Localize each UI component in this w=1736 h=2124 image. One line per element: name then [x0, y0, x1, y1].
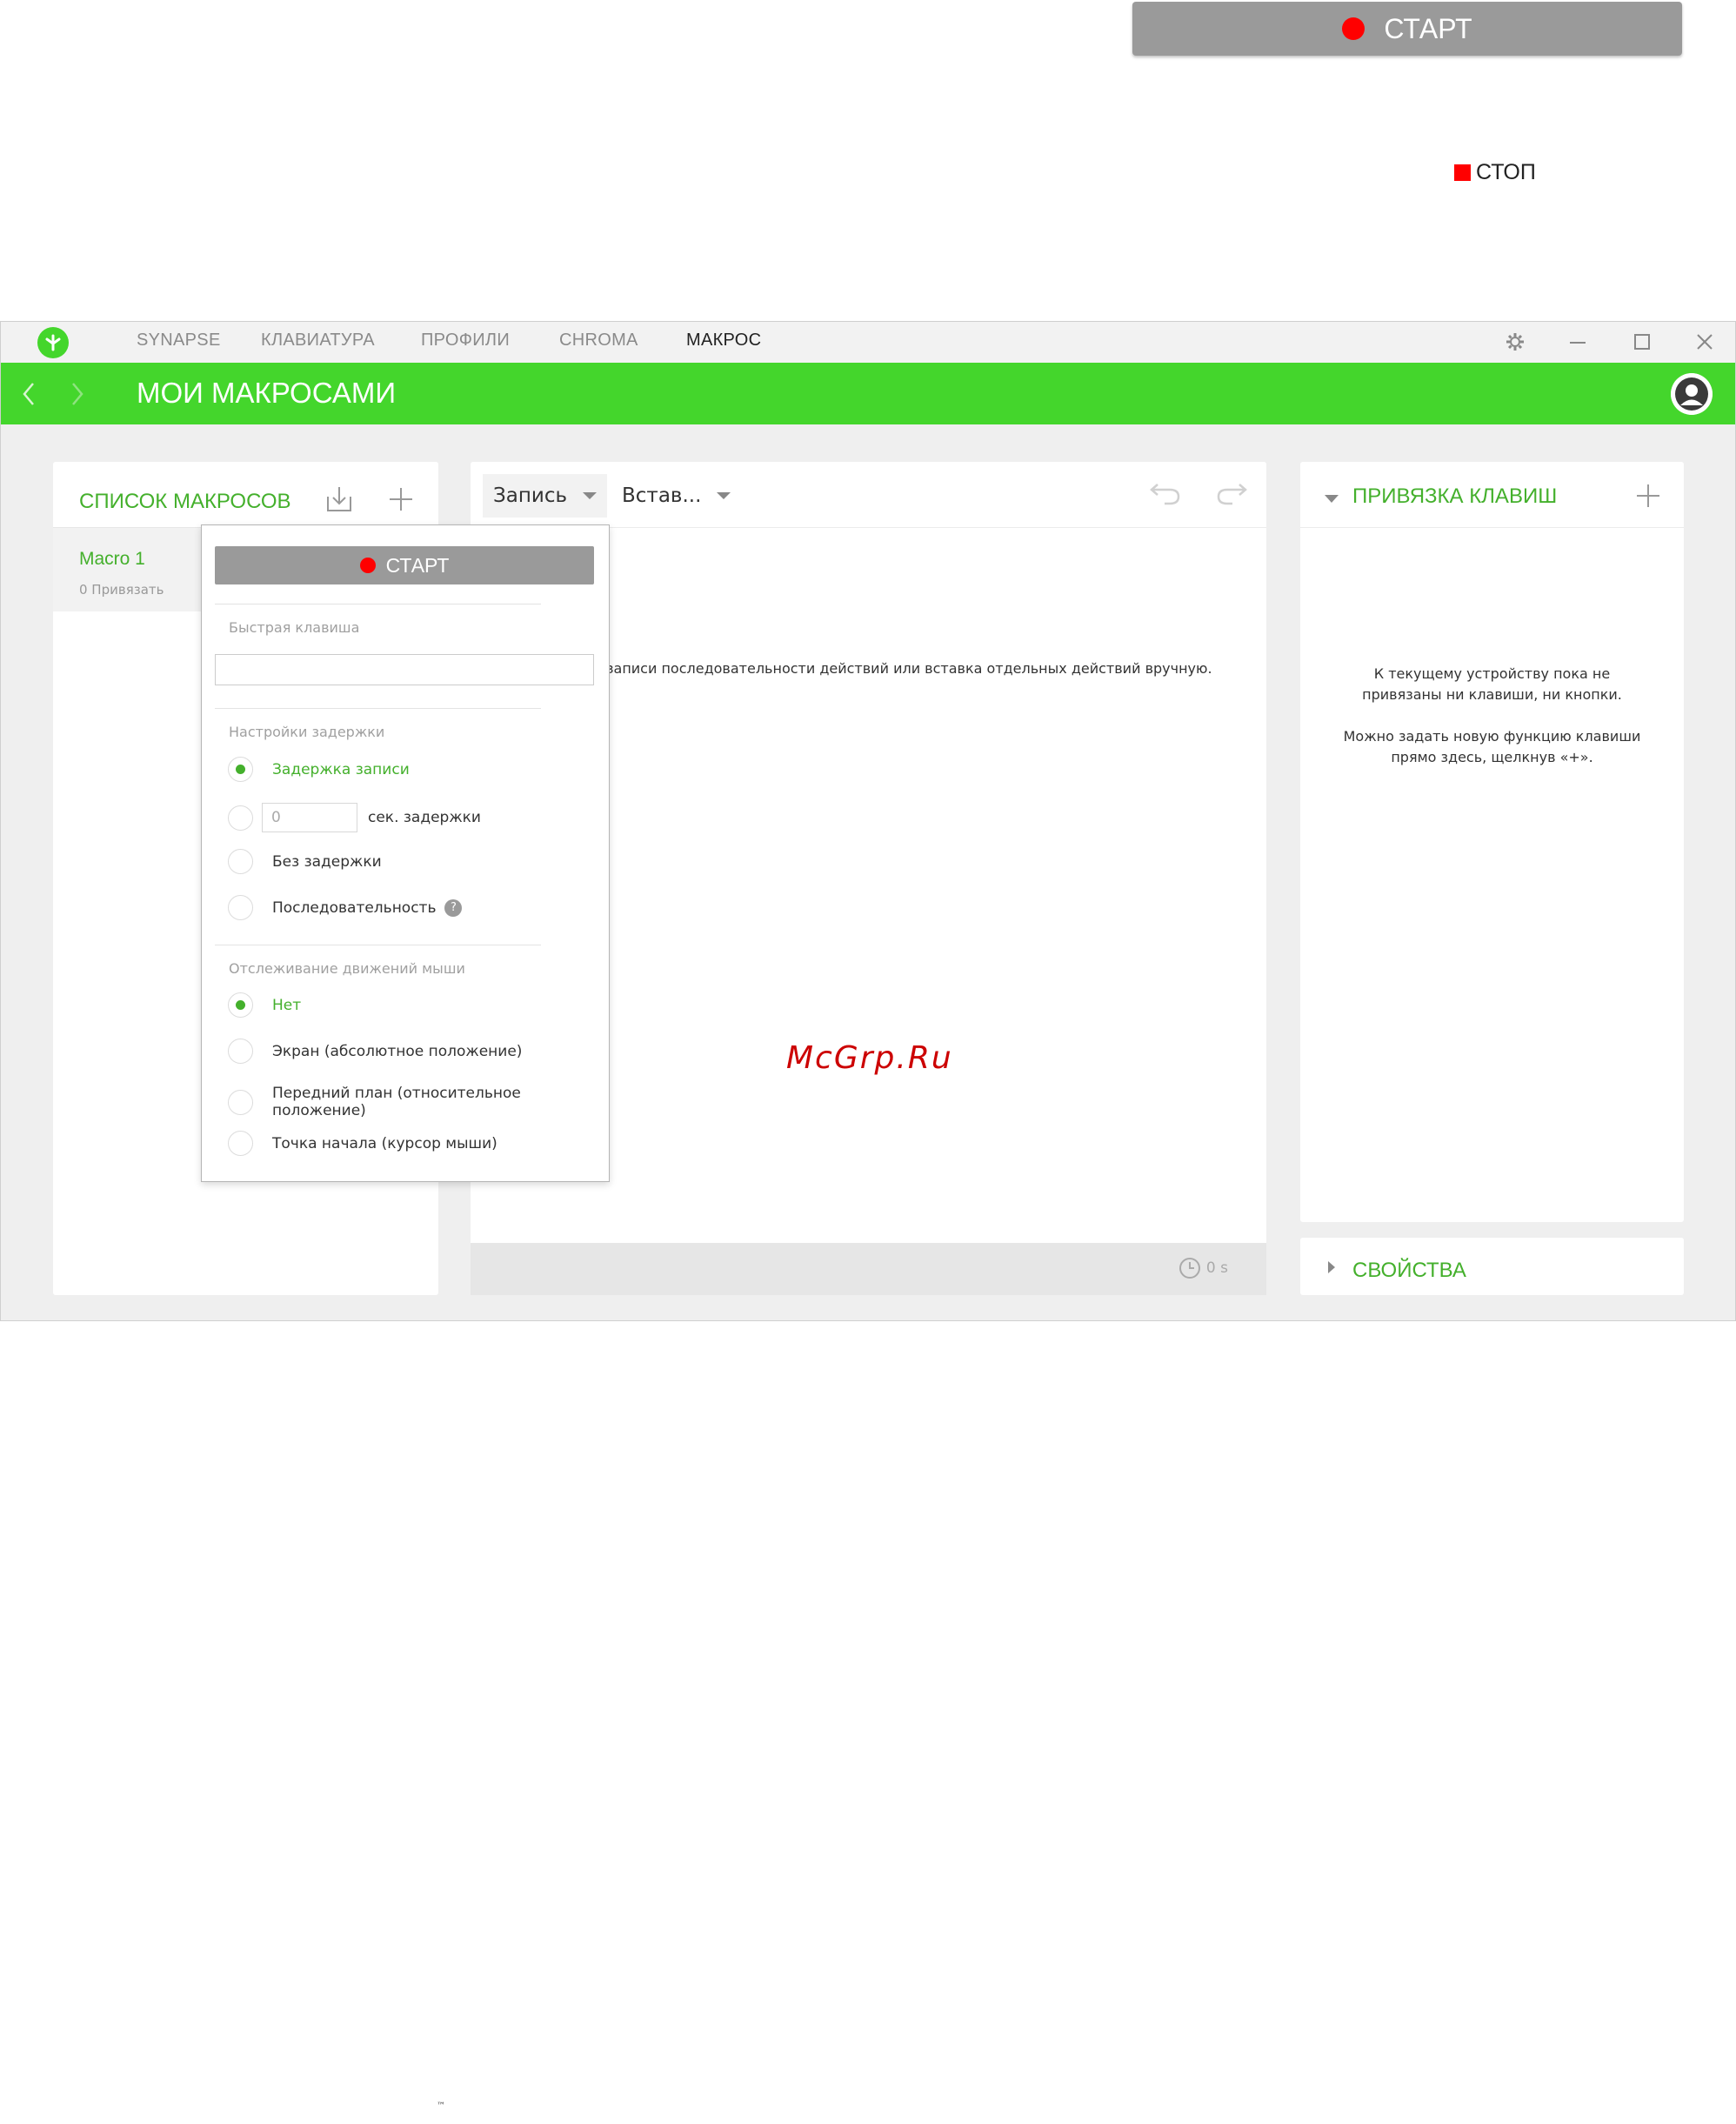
hotkey-input[interactable]: [215, 654, 594, 685]
radio-button[interactable]: [228, 992, 253, 1018]
radio-label: сек. задержки: [368, 809, 481, 826]
titlebar: SYNAPSE КЛАВИАТУРА ПРОФИЛИ CHROMA МАКРОС: [1, 322, 1735, 363]
maximize-icon[interactable]: [1631, 331, 1655, 355]
clock-icon: [1178, 1258, 1200, 1279]
razer-logo-icon[interactable]: [37, 327, 69, 358]
expand-caret-icon: [1328, 1261, 1335, 1273]
key-binding-title: ПРИВЯЗКА КЛАВИШ: [1352, 484, 1558, 508]
key-binding-panel: ПРИВЯЗКА КЛАВИШ К текущему устройству по…: [1300, 462, 1684, 1222]
start-record-button-illustration[interactable]: СТАРТ: [1132, 2, 1682, 56]
editor-toolbar: Запись Встав...: [471, 462, 1266, 528]
header-bar: МОИ МАКРОСАМИ: [1, 363, 1735, 424]
radio-button[interactable]: [228, 895, 253, 920]
record-dot-icon: [359, 558, 376, 573]
key-binding-header: ПРИВЯЗКА КЛАВИШ: [1300, 462, 1684, 528]
macro-list-header: СПИСОК МАКРОСОВ: [53, 462, 438, 528]
start-button-label: СТАРТ: [1384, 12, 1472, 44]
editor-footer: 0 s: [471, 1243, 1266, 1295]
radio-button[interactable]: [228, 1089, 253, 1115]
radio-no-delay[interactable]: Без задержки: [228, 849, 382, 874]
tab-synapse[interactable]: SYNAPSE: [137, 331, 221, 351]
properties-panel[interactable]: СВОЙСТВА: [1300, 1238, 1684, 1295]
forward-arrow-icon[interactable]: [69, 380, 86, 411]
radio-record-delay[interactable]: Задержка записи: [228, 757, 410, 782]
macro-item-name: Macro 1: [79, 549, 145, 569]
radio-button[interactable]: [228, 805, 253, 831]
divider: [215, 708, 541, 709]
chevron-down-icon: [717, 492, 731, 499]
tab-chroma[interactable]: CHROMA: [559, 331, 638, 351]
page-title: МОИ МАКРОСАМИ: [137, 377, 397, 409]
radio-mouse-none[interactable]: Нет: [228, 992, 301, 1018]
radio-button[interactable]: [228, 1039, 253, 1064]
insert-dropdown[interactable]: Встав...: [611, 474, 741, 518]
macro-item-binding-count: 0 Привязать: [79, 582, 164, 598]
radio-label: Точка начала (курсор мыши): [272, 1134, 497, 1152]
watermark: McGrp.Ru: [786, 1040, 953, 1076]
radio-button[interactable]: [228, 757, 253, 782]
chevron-down-icon: [583, 492, 598, 499]
radio-label: Передний план (относительное положение): [272, 1085, 521, 1119]
start-record-button[interactable]: СТАРТ: [215, 546, 594, 584]
import-icon[interactable]: [324, 484, 354, 518]
hotkey-section-label: Быстрая клавиша: [229, 619, 360, 636]
radio-label-text: Последовательность: [272, 898, 437, 917]
duration-value: 0 s: [1205, 1259, 1228, 1277]
gear-icon[interactable]: [1504, 331, 1528, 355]
add-binding-hint: Можно задать новую функцию клавиши прямо…: [1343, 728, 1641, 765]
undo-icon[interactable]: [1149, 478, 1182, 511]
delay-seconds-input[interactable]: 0: [262, 803, 357, 832]
start-record-label: СТАРТ: [385, 553, 450, 577]
macro-list-title: СПИСОК МАКРОСОВ: [79, 490, 291, 513]
radio-fixed-delay[interactable]: 0 сек. задержки: [228, 803, 481, 832]
tab-keyboard[interactable]: КЛАВИАТУРА: [261, 331, 375, 351]
minimize-icon[interactable]: [1566, 331, 1591, 355]
radio-button[interactable]: [228, 1131, 253, 1156]
radio-label: Последовательность?: [272, 898, 463, 917]
record-settings-popup: СТАРТ Быстрая клавиша Настройки задержки…: [201, 524, 610, 1182]
radio-label: Нет: [272, 996, 302, 1014]
radio-mouse-screen[interactable]: Экран (абсолютное положение): [228, 1039, 522, 1064]
radio-button[interactable]: [228, 849, 253, 874]
radio-label: Без задержки: [272, 852, 382, 871]
mouse-tracking-section-label: Отслеживание движений мыши: [229, 960, 465, 977]
radio-sequence[interactable]: Последовательность?: [228, 895, 463, 920]
tab-profiles[interactable]: ПРОФИЛИ: [421, 331, 510, 351]
help-icon[interactable]: ?: [444, 898, 463, 917]
tab-macro[interactable]: МАКРОС: [686, 331, 761, 351]
back-arrow-icon[interactable]: [20, 380, 37, 411]
add-binding-icon[interactable]: [1635, 483, 1661, 512]
insert-dropdown-label: Встав...: [622, 484, 702, 507]
trademark-mark: ™: [437, 2101, 445, 2111]
editor-empty-hint: записи последовательности действий или в…: [606, 660, 1212, 677]
add-macro-icon[interactable]: [388, 486, 414, 516]
radio-mouse-foreground[interactable]: Передний план (относительное положение): [228, 1085, 609, 1119]
record-dot-icon: [1342, 17, 1365, 40]
radio-label: Задержка записи: [272, 760, 410, 778]
radio-mouse-origin[interactable]: Точка начала (курсор мыши): [228, 1131, 497, 1156]
record-dropdown[interactable]: Запись: [483, 474, 608, 518]
stop-label: СТОП: [1476, 160, 1536, 184]
record-dropdown-label: Запись: [493, 484, 568, 507]
properties-title: СВОЙСТВА: [1352, 1259, 1466, 1282]
no-bindings-message: К текущему устройству пока не привязаны …: [1362, 665, 1622, 703]
user-avatar-icon[interactable]: [1671, 373, 1713, 415]
close-icon[interactable]: [1693, 331, 1718, 355]
collapse-caret-icon[interactable]: [1325, 495, 1339, 503]
macro-duration: 0 s: [1178, 1257, 1228, 1279]
delay-section-label: Настройки задержки: [229, 724, 385, 740]
radio-label: Экран (абсолютное положение): [272, 1042, 523, 1060]
redo-icon[interactable]: [1215, 478, 1248, 511]
stop-square-icon: [1454, 164, 1471, 181]
stop-indicator: СТОП: [1454, 160, 1536, 185]
